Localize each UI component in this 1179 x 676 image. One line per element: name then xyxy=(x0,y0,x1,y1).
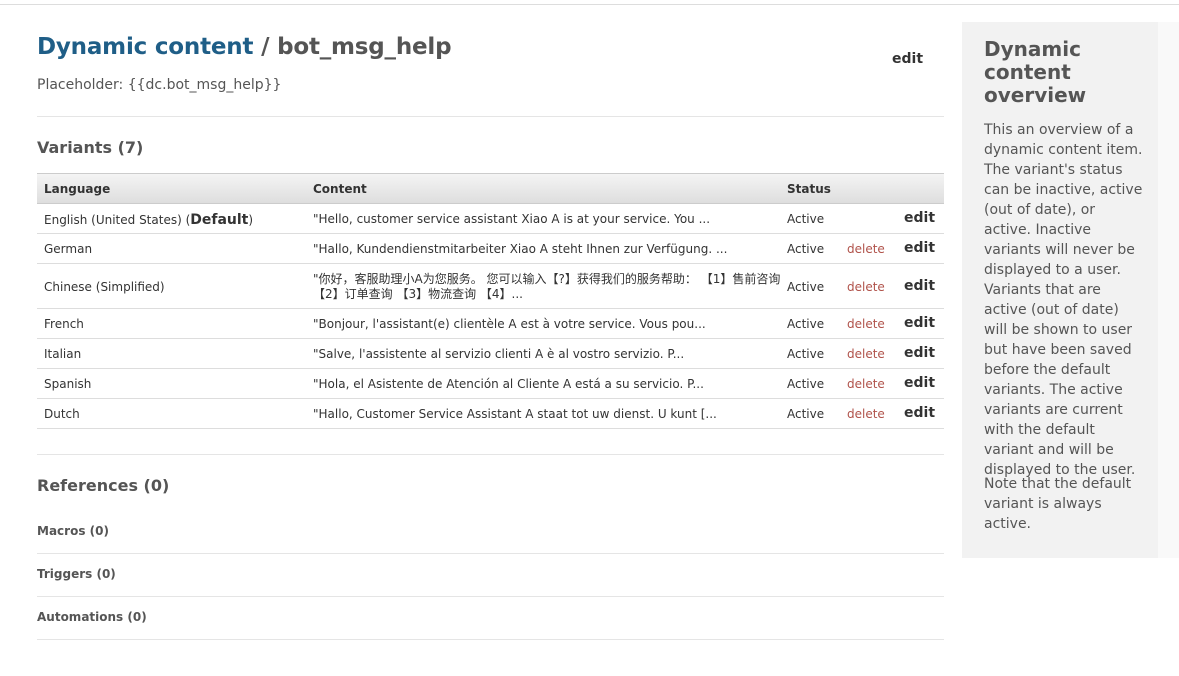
edit-variant-button[interactable]: edit xyxy=(904,240,935,256)
column-status: Status xyxy=(787,182,831,196)
sidebar-note: Note that the default variant is always … xyxy=(984,476,1132,532)
variant-language: Dutch xyxy=(44,407,80,421)
variant-language: English (United States) (Default) xyxy=(44,212,254,228)
column-content: Content xyxy=(313,182,367,196)
breadcrumb-separator: / xyxy=(261,34,270,60)
variant-content: "Hola, el Asistente de Atención al Clien… xyxy=(313,377,704,391)
variant-status: Active xyxy=(787,280,825,294)
triggers-heading: Triggers (0) xyxy=(37,567,116,581)
page-header: Dynamic content / bot_msg_help Placehold… xyxy=(37,34,944,117)
table-row: Italian "Salve, l'assistente al servizio… xyxy=(37,339,944,369)
edit-variant-button[interactable]: edit xyxy=(904,405,935,421)
placeholder-text: Placeholder: {{dc.bot_msg_help}} xyxy=(37,77,282,93)
delete-variant-link[interactable]: delete xyxy=(847,347,885,361)
references-divider xyxy=(37,553,944,554)
breadcrumb-dynamic-content[interactable]: Dynamic content xyxy=(37,34,253,60)
variant-language: German xyxy=(44,242,93,256)
references-divider xyxy=(37,639,944,640)
automations-heading: Automations (0) xyxy=(37,610,147,624)
variant-language: Chinese (Simplified) xyxy=(44,280,165,294)
variant-status: Active xyxy=(787,407,825,421)
edit-item-button[interactable]: edit xyxy=(892,51,923,67)
edit-variant-button[interactable]: edit xyxy=(904,345,935,361)
variant-status: Active xyxy=(787,377,825,391)
delete-variant-link[interactable]: delete xyxy=(847,280,885,294)
variants-table: Language Content Status English (United … xyxy=(37,173,944,429)
variant-status: Active xyxy=(787,212,825,226)
table-row: Chinese (Simplified) "你好，客服助理小A为您服务。 您可以… xyxy=(37,264,944,309)
references-divider xyxy=(37,596,944,597)
variant-language: French xyxy=(44,317,84,331)
top-divider xyxy=(0,4,1179,5)
table-row: Spanish "Hola, el Asistente de Atención … xyxy=(37,369,944,399)
variant-status: Active xyxy=(787,317,825,331)
table-row: German "Hallo, Kundendienstmitarbeiter X… xyxy=(37,234,944,264)
delete-variant-link[interactable]: delete xyxy=(847,377,885,391)
sidebar-description: This an overview of a dynamic content it… xyxy=(984,122,1143,478)
table-header: Language Content Status xyxy=(37,173,944,204)
delete-variant-link[interactable]: delete xyxy=(847,242,885,256)
sidebar-title: Dynamic content overview xyxy=(984,37,1087,107)
variant-content: "Hello, customer service assistant Xiao … xyxy=(313,212,711,226)
references-heading: References (0) xyxy=(37,476,170,495)
table-row: English (United States) (Default) "Hello… xyxy=(37,204,944,234)
variant-content: "你好，客服助理小A为您服务。 您可以输入【?】获得我们的服务帮助： 【1】售前… xyxy=(313,272,781,301)
page-title: Dynamic content / bot_msg_help xyxy=(37,34,452,60)
table-row: French "Bonjour, l'assistant(e) clientèl… xyxy=(37,309,944,339)
delete-variant-link[interactable]: delete xyxy=(847,407,885,421)
variant-content: "Hallo, Kundendienstmitarbeiter Xiao A s… xyxy=(313,242,728,256)
variant-status: Active xyxy=(787,242,825,256)
overview-sidebar: Dynamic content overview This an overvie… xyxy=(962,22,1158,558)
variant-content: "Hallo, Customer Service Assistant A sta… xyxy=(313,407,717,421)
variant-language: Italian xyxy=(44,347,82,361)
variant-content: "Salve, l'assistente al servizio clienti… xyxy=(313,347,685,361)
section-divider xyxy=(37,454,944,455)
default-label: Default xyxy=(190,212,249,228)
variants-heading: Variants (7) xyxy=(37,138,144,157)
edit-variant-button[interactable]: edit xyxy=(904,278,935,294)
edit-variant-button[interactable]: edit xyxy=(904,375,935,391)
macros-heading: Macros (0) xyxy=(37,524,109,538)
variant-status: Active xyxy=(787,347,825,361)
delete-variant-link[interactable]: delete xyxy=(847,317,885,331)
edit-variant-button[interactable]: edit xyxy=(904,315,935,331)
variant-content: "Bonjour, l'assistant(e) clientèle A est… xyxy=(313,317,706,331)
variant-language: Spanish xyxy=(44,377,92,391)
table-row: Dutch "Hallo, Customer Service Assistant… xyxy=(37,399,944,429)
content-item-name: bot_msg_help xyxy=(277,34,452,60)
sidebar-edge xyxy=(1158,22,1179,558)
column-language: Language xyxy=(44,182,111,196)
edit-variant-button[interactable]: edit xyxy=(904,210,935,226)
